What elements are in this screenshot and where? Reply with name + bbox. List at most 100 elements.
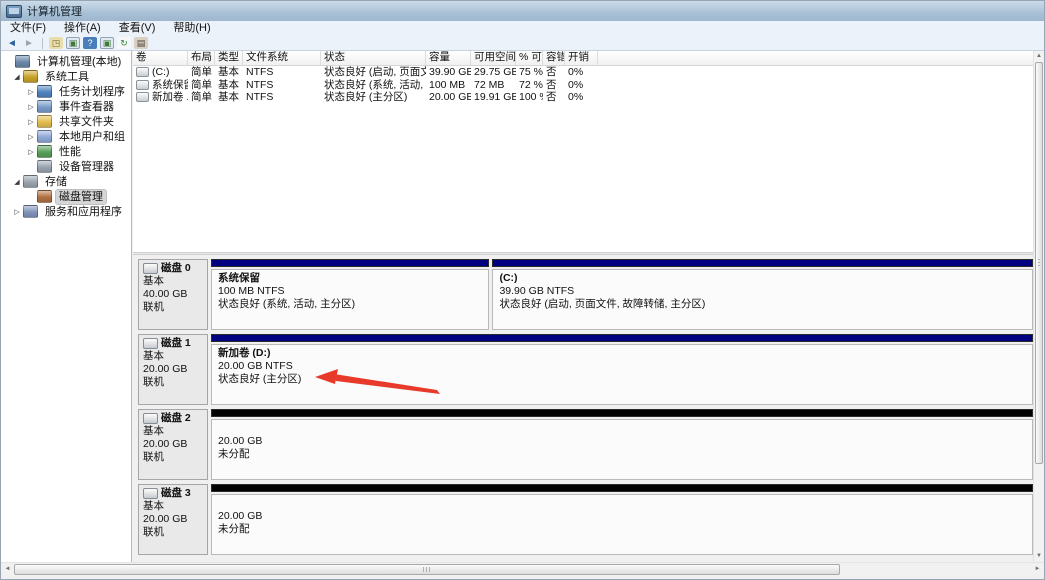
menu-item[interactable]: 文件(F) [1, 21, 55, 36]
horizontal-scrollbar[interactable]: ◄ ► [1, 562, 1044, 576]
toolbar-icon[interactable]: ↻ [117, 37, 131, 49]
tree-expander-icon[interactable]: ▷ [25, 133, 37, 141]
tree-item[interactable]: 磁盘管理 [1, 189, 131, 204]
disk-graphical-pane: 磁盘 0 基本 40.00 GB 联机 系统保留 100 MB NTFS 状态 [133, 255, 1033, 562]
toolbar-icon[interactable]: ▣ [100, 37, 114, 49]
horizontal-scrollbar-thumb[interactable] [14, 564, 840, 575]
disk-icon [143, 413, 158, 424]
scroll-up-icon[interactable]: ▲ [1034, 51, 1044, 62]
disk-label-box[interactable]: 磁盘 2 基本 20.00 GB 联机 [138, 409, 208, 480]
event-viewer-icon [37, 100, 52, 113]
fs-cell: NTFS [243, 66, 321, 79]
partition-color-bar [211, 259, 489, 267]
volume-row[interactable]: 新加卷 ... 简单 基本 NTFS 状态良好 (主分区) 20.00 GB 1… [133, 91, 1033, 104]
toolbar-icon[interactable]: ◳ [49, 37, 63, 49]
tree-item[interactable]: 计算机管理(本地) [1, 54, 131, 69]
tree-item[interactable]: ▷ 共享文件夹 [1, 114, 131, 129]
type-cell: 基本 [215, 91, 243, 104]
tree-item-label: 计算机管理(本地) [34, 55, 124, 69]
fault-cell: 否 [543, 91, 565, 104]
disk-label-box[interactable]: 磁盘 3 基本 20.00 GB 联机 [138, 484, 208, 555]
menu-item[interactable]: 查看(V) [110, 21, 165, 36]
window-title: 计算机管理 [27, 3, 82, 19]
partition-block[interactable]: 20.00 GB 未分配 [211, 484, 1033, 555]
column-header-status[interactable]: 状态 [321, 51, 426, 65]
toolbar-icon[interactable]: ▣ [66, 37, 80, 49]
tree-item[interactable]: ▷ 任务计划程序 [1, 84, 131, 99]
column-header-capacity[interactable]: 容量 [426, 51, 471, 65]
scroll-left-icon[interactable]: ◄ [1, 563, 14, 576]
column-header-layout[interactable]: 布局 [188, 51, 215, 65]
disk-row: 磁盘 2 基本 20.00 GB 联机 20.00 GB 未分配 [138, 409, 1033, 480]
toolbar-icon[interactable]: ▤ [134, 37, 148, 49]
tree-item[interactable]: ▷ 事件查看器 [1, 99, 131, 114]
disk-size: 20.00 GB [143, 438, 203, 451]
partition-body[interactable]: (C:) 39.90 GB NTFS 状态良好 (启动, 页面文件, 故障转储,… [492, 269, 1033, 330]
volume-row[interactable]: 系统保留 简单 基本 NTFS 状态良好 (系统, 活动, 主分区) 100 M… [133, 79, 1033, 92]
tree-expander-icon[interactable]: ▷ [25, 103, 37, 111]
tree-item[interactable]: ▷ 服务和应用程序 [1, 204, 131, 219]
partition-block[interactable]: 新加卷 (D:) 20.00 GB NTFS 状态良好 (主分区) [211, 334, 1033, 405]
back-icon[interactable]: ◄ [5, 37, 19, 50]
partition-block[interactable]: (C:) 39.90 GB NTFS 状态良好 (启动, 页面文件, 故障转储,… [492, 259, 1033, 330]
disk-size: 40.00 GB [143, 288, 203, 301]
tree-item-label: 系统工具 [42, 70, 92, 84]
disk-label-box[interactable]: 磁盘 0 基本 40.00 GB 联机 [138, 259, 208, 330]
vertical-scrollbar[interactable]: ▲ ▼ [1033, 51, 1044, 562]
tree-expander-icon[interactable]: ▷ [11, 208, 23, 216]
column-header-volume[interactable]: 卷 [133, 51, 188, 65]
window-bottom-edge [1, 576, 1044, 579]
tree-item[interactable]: ◢ 系统工具 [1, 69, 131, 84]
column-header-fault[interactable]: 容错 [543, 51, 565, 65]
tree-item[interactable]: ▷ 性能 [1, 144, 131, 159]
menu-item[interactable]: 操作(A) [55, 21, 110, 36]
tree-item[interactable]: ▷ 本地用户和组 [1, 129, 131, 144]
disk-label-box[interactable]: 磁盘 1 基本 20.00 GB 联机 [138, 334, 208, 405]
task-scheduler-icon [37, 85, 52, 98]
menu-item[interactable]: 帮助(H) [164, 21, 219, 36]
tree-item[interactable]: 设备管理器 [1, 159, 131, 174]
partition-body[interactable]: 系统保留 100 MB NTFS 状态良好 (系统, 活动, 主分区) [211, 269, 489, 330]
computer-management-window-icon [6, 5, 22, 18]
partition-block[interactable]: 系统保留 100 MB NTFS 状态良好 (系统, 活动, 主分区) [211, 259, 489, 330]
status-cell: 状态良好 (主分区) [321, 91, 426, 104]
overhead-cell: 0% [565, 79, 598, 92]
scroll-right-icon[interactable]: ► [1031, 563, 1044, 576]
partition-size-line: 20.00 GB [218, 510, 1032, 523]
column-header-free[interactable]: 可用空间 [471, 51, 516, 65]
capacity-cell: 39.90 GB [426, 66, 471, 79]
partition-area: 20.00 GB 未分配 [211, 409, 1033, 480]
partition-title: 新加卷 (D:) [218, 347, 1032, 360]
partition-body[interactable]: 20.00 GB 未分配 [211, 419, 1033, 480]
computer-management-window: 计算机管理 文件(F) 操作(A) 查看(V) 帮助(H) ◄ ► ◳ ▣ ? … [0, 0, 1045, 580]
tree-expander-icon[interactable]: ▷ [25, 88, 37, 96]
tree-item[interactable]: ◢ 存储 [1, 174, 131, 189]
type-cell: 基本 [215, 66, 243, 79]
partition-status-line: 状态良好 (启动, 页面文件, 故障转储, 主分区) [499, 298, 1032, 311]
tree-item-label: 磁盘管理 [56, 190, 106, 204]
column-header-pct-free[interactable]: % 可用 [516, 51, 543, 65]
partition-block[interactable]: 20.00 GB 未分配 [211, 409, 1033, 480]
toolbar-icon[interactable]: ? [83, 37, 97, 49]
vertical-scrollbar-thumb[interactable] [1035, 62, 1043, 464]
partition-body[interactable]: 新加卷 (D:) 20.00 GB NTFS 状态良好 (主分区) [211, 344, 1033, 405]
volume-icon [136, 92, 149, 102]
forward-icon[interactable]: ► [22, 37, 36, 50]
tree-expander-icon[interactable]: ◢ [11, 73, 23, 81]
partition-color-bar [211, 484, 1033, 492]
scroll-down-icon[interactable]: ▼ [1034, 551, 1044, 562]
column-header-type[interactable]: 类型 [215, 51, 243, 65]
free-cell: 29.75 GB [471, 66, 516, 79]
partition-size-line: 100 MB NTFS [218, 285, 488, 298]
volume-row[interactable]: (C:) 简单 基本 NTFS 状态良好 (启动, 页面文件, 故障转储, 主分… [133, 66, 1033, 79]
tree-expander-icon[interactable]: ▷ [25, 118, 37, 126]
column-header-fs[interactable]: 文件系统 [243, 51, 321, 65]
volume-icon [136, 67, 149, 77]
column-header-overhead[interactable]: 开销 [565, 51, 598, 65]
partition-body[interactable]: 20.00 GB 未分配 [211, 494, 1033, 555]
volume-list-pane: 卷 布局 类型 文件系统 状态 容量 可用空间 % 可用 容错 开销 (C:) … [133, 51, 1033, 252]
layout-cell: 简单 [188, 66, 215, 79]
tree-expander-icon[interactable]: ◢ [11, 178, 23, 186]
title-bar: 计算机管理 [1, 1, 1044, 21]
tree-expander-icon[interactable]: ▷ [25, 148, 37, 156]
